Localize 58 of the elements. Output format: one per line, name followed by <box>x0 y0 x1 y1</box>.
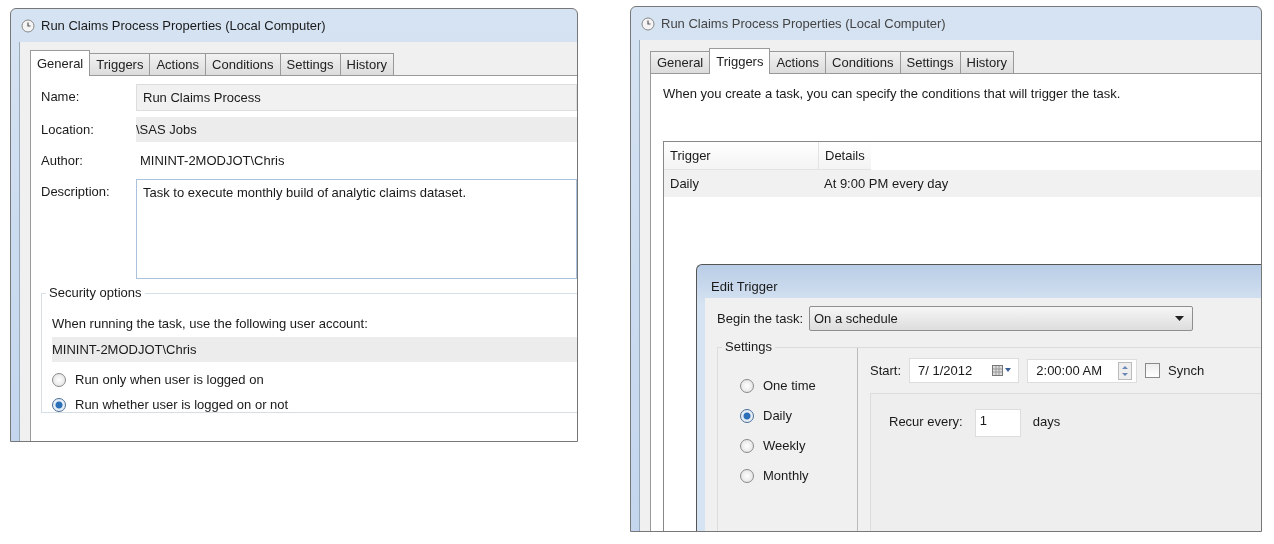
tab[interactable]: Triggers <box>709 48 771 74</box>
intro-text: When you create a task, you can specify the conditions that will trigger the task. <box>663 86 1122 101</box>
radio-button[interactable] <box>740 468 754 483</box>
radio-label: Run whether user is logged on or not <box>75 397 289 412</box>
user-account-value: MININT-2MODJOT\Chris <box>52 337 577 362</box>
field-label: Location: <box>41 121 95 137</box>
tab[interactable]: Conditions <box>825 51 901 73</box>
clock-icon <box>641 16 655 31</box>
radio-button[interactable] <box>740 408 754 423</box>
tab[interactable]: General <box>650 51 711 73</box>
radio-label: Monthly <box>763 468 809 483</box>
field-label: Author: <box>41 152 84 168</box>
group-legend: Settings <box>722 339 775 354</box>
radio-button[interactable] <box>740 438 754 453</box>
table-cell-text: Daily <box>669 175 700 193</box>
window-title: Run Claims Process Properties (Local Computer) <box>661 16 946 31</box>
spinner-icon[interactable] <box>1118 361 1133 380</box>
name-field[interactable]: Run Claims Process <box>136 84 577 111</box>
group-legend: Security options <box>46 285 145 300</box>
radio-button[interactable] <box>52 372 66 387</box>
checkbox-label: Synch <box>1168 363 1205 378</box>
begin-dropdown[interactable]: On a schedule <box>809 306 1193 331</box>
radio-label: One time <box>763 378 816 393</box>
tab[interactable]: Actions <box>149 53 207 75</box>
clock-icon <box>21 18 35 33</box>
tab[interactable]: History <box>339 53 394 75</box>
tab[interactable]: Settings <box>899 51 961 73</box>
unit-label: days <box>1032 414 1061 429</box>
tab[interactable]: Triggers <box>89 53 151 75</box>
table-cell-text: At 9:00 PM every day <box>823 175 950 193</box>
window-title: Run Claims Process Properties (Local Computer) <box>41 18 326 33</box>
field-label: Begin the task: <box>717 311 803 326</box>
column-header[interactable]: Trigger <box>664 142 819 170</box>
tab[interactable]: Actions <box>769 51 827 73</box>
location-value: \SAS Jobs <box>136 117 577 142</box>
radio-label: Weekly <box>763 438 806 453</box>
time-field[interactable]: 2:00:00 AM <box>1027 358 1138 383</box>
field-label: Recur every: <box>889 414 963 429</box>
recur-field[interactable]: 1 <box>974 409 1021 437</box>
tab[interactable]: History <box>959 51 1014 73</box>
field-label: Name: <box>41 88 81 104</box>
checkbox[interactable] <box>1145 363 1161 378</box>
description-field[interactable]: Task to execute monthly build of analytic claims dataset. <box>136 179 577 279</box>
date-picker[interactable]: 7/ 1/2012 <box>909 358 1020 383</box>
radio-label: Run only when user is logged on <box>75 372 264 387</box>
dialog-title: Edit Trigger <box>711 279 778 294</box>
account-prompt: When running the task, use the following user account: <box>52 316 369 331</box>
author-value: MININT-2MODJOT\Chris <box>139 152 286 170</box>
radio-button[interactable] <box>52 397 66 412</box>
caret-icon <box>1175 316 1184 321</box>
field-label: Description: <box>41 183 111 199</box>
tab[interactable]: General <box>30 50 91 76</box>
radio-button[interactable] <box>740 378 754 393</box>
calendar-icon <box>992 365 1013 376</box>
tab[interactable]: Settings <box>279 53 341 75</box>
radio-label: Daily <box>763 408 792 423</box>
tab[interactable]: Conditions <box>205 53 281 75</box>
field-label: Start: <box>870 363 902 378</box>
